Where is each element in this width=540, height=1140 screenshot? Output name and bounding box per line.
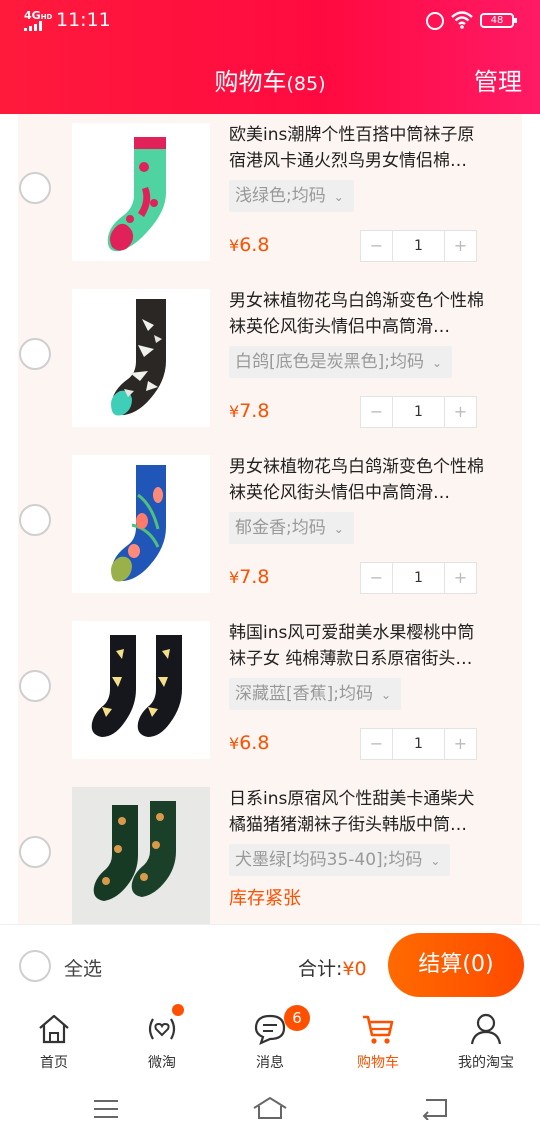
cart-count: (85) (286, 73, 326, 95)
dove-sock-image (111, 299, 166, 416)
quantity-stepper: − 1 + (360, 230, 477, 262)
stock-warning: 库存紧张 (229, 888, 301, 909)
product-image[interactable] (72, 289, 210, 427)
home-nav-icon[interactable] (252, 1096, 288, 1120)
quantity-value[interactable]: 1 (393, 563, 444, 593)
quantity-stepper: − 1 + (360, 562, 477, 594)
item-checkbox[interactable] (19, 670, 51, 702)
product-title[interactable]: 日系ins原宿风个性甜美卡通柴犬橘猫猪猪潮袜子街头韩版中筒… (229, 786, 491, 838)
sku-label: 郁金香;均码 (235, 518, 326, 538)
shiba-sock-image (93, 801, 176, 901)
manage-button[interactable]: 管理 (474, 62, 522, 97)
home-icon (39, 1014, 69, 1044)
cart-icon (363, 1015, 394, 1044)
item-checkbox[interactable] (19, 338, 51, 370)
sku-label: 犬墨绿[均码35-40];均码 (235, 850, 423, 870)
status-bar: 4GHD 11:11 48 (0, 0, 540, 44)
product-image[interactable] (72, 621, 210, 759)
tab-home[interactable]: 首页 (0, 1006, 108, 1080)
product-title[interactable]: 男女袜植物花鸟白鸽渐变色个性棉袜英伦风街头情侣中高筒滑… (229, 288, 491, 340)
decrement-button[interactable]: − (361, 397, 393, 427)
tab-weitao[interactable]: 微淘 (108, 1006, 216, 1080)
chevron-down-icon: ⌄ (333, 522, 344, 536)
chevron-down-icon: ⌄ (432, 356, 443, 370)
tab-profile[interactable]: 我的淘宝 (432, 1006, 540, 1080)
increment-button[interactable]: + (444, 231, 476, 261)
weitao-icon (148, 1018, 176, 1040)
tulip-sock-image (111, 465, 166, 582)
battery-icon: 48 (480, 13, 517, 28)
system-nav-bar (0, 1080, 540, 1140)
sku-selector[interactable]: 深藏蓝[香蕉];均码 ⌄ (229, 678, 402, 710)
quantity-value[interactable]: 1 (393, 729, 444, 759)
quantity-value[interactable]: 1 (393, 397, 444, 427)
checkout-bar: 全选 合计:¥0 结算(0) (0, 924, 540, 1006)
product-image[interactable] (72, 123, 210, 261)
chevron-down-icon: ⌄ (430, 854, 441, 868)
page-title: 购物车(85) (214, 68, 326, 96)
menu-icon[interactable] (92, 1098, 120, 1120)
item-checkbox[interactable] (19, 836, 51, 868)
sku-label: 深藏蓝[香蕉];均码 (235, 684, 373, 704)
weitao-dot-badge (172, 1004, 184, 1016)
tab-label: 购物车 (357, 1055, 399, 1071)
checkout-button[interactable]: 结算(0) (388, 933, 524, 997)
item-price: ¥6.8 (229, 234, 270, 256)
product-title[interactable]: 韩国ins风可爱甜美水果樱桃中筒袜子女 纯棉薄款日系原宿街头… (229, 620, 491, 672)
tab-cart[interactable]: 购物车 (324, 1006, 432, 1080)
product-image[interactable] (72, 787, 210, 924)
select-all-checkbox[interactable] (19, 950, 51, 982)
increment-button[interactable]: + (444, 563, 476, 593)
product-title[interactable]: 欧美ins潮牌个性百搭中筒袜子原宿港风卡通火烈鸟男女情侣棉… (229, 122, 491, 174)
cart-list[interactable]: 欧美ins潮牌个性百搭中筒袜子原宿港风卡通火烈鸟男女情侣棉… 浅绿色;均码 ⌄ ¥… (0, 114, 540, 924)
increment-button[interactable]: + (444, 397, 476, 427)
increment-button[interactable]: + (444, 729, 476, 759)
item-price: ¥7.8 (229, 566, 270, 588)
select-all-label[interactable]: 全选 (64, 954, 102, 981)
sku-selector[interactable]: 郁金香;均码 ⌄ (229, 512, 354, 544)
tab-label: 首页 (40, 1055, 68, 1071)
total-price: 合计:¥0 (298, 958, 367, 980)
decrement-button[interactable]: − (361, 729, 393, 759)
chevron-down-icon: ⌄ (333, 190, 344, 204)
product-image[interactable] (72, 455, 210, 593)
tab-label: 微淘 (148, 1055, 176, 1071)
sku-label: 浅绿色;均码 (235, 186, 326, 206)
quantity-value[interactable]: 1 (393, 231, 444, 261)
back-icon[interactable] (420, 1096, 450, 1120)
item-price: ¥6.8 (229, 732, 270, 754)
tab-label: 我的淘宝 (458, 1055, 514, 1071)
banana-sock-image (91, 635, 182, 737)
product-title[interactable]: 男女袜植物花鸟白鸽渐变色个性棉袜英伦风街头情侣中高筒滑… (229, 454, 491, 506)
quantity-stepper: − 1 + (360, 728, 477, 760)
status-time: 11:11 (56, 9, 111, 31)
decrement-button[interactable]: − (361, 231, 393, 261)
message-icon (254, 1014, 286, 1046)
wifi-icon (451, 11, 473, 29)
flamingo-sock-image (107, 137, 166, 252)
item-checkbox[interactable] (19, 172, 51, 204)
item-checkbox[interactable] (19, 504, 51, 536)
decrement-button[interactable]: − (361, 563, 393, 593)
sku-selector[interactable]: 白鸽[底色是炭黑色];均码 ⌄ (229, 346, 453, 378)
chevron-down-icon: ⌄ (381, 688, 392, 702)
message-badge: 6 (284, 1005, 310, 1031)
signal-icon (24, 21, 46, 31)
tab-bar: 首页 微淘 消息 购物车 我的淘宝 (0, 1006, 540, 1080)
sku-selector[interactable]: 浅绿色;均码 ⌄ (229, 180, 354, 212)
sku-label: 白鸽[底色是炭黑色];均码 (235, 352, 424, 372)
alarm-icon (426, 12, 444, 30)
item-price: ¥7.8 (229, 400, 270, 422)
tab-label: 消息 (256, 1055, 284, 1071)
app-header: 4GHD 11:11 48 购物车(85) 管理 (0, 0, 540, 114)
profile-icon (470, 1013, 502, 1045)
quantity-stepper: − 1 + (360, 396, 477, 428)
sku-selector[interactable]: 犬墨绿[均码35-40];均码 ⌄ (229, 844, 451, 876)
